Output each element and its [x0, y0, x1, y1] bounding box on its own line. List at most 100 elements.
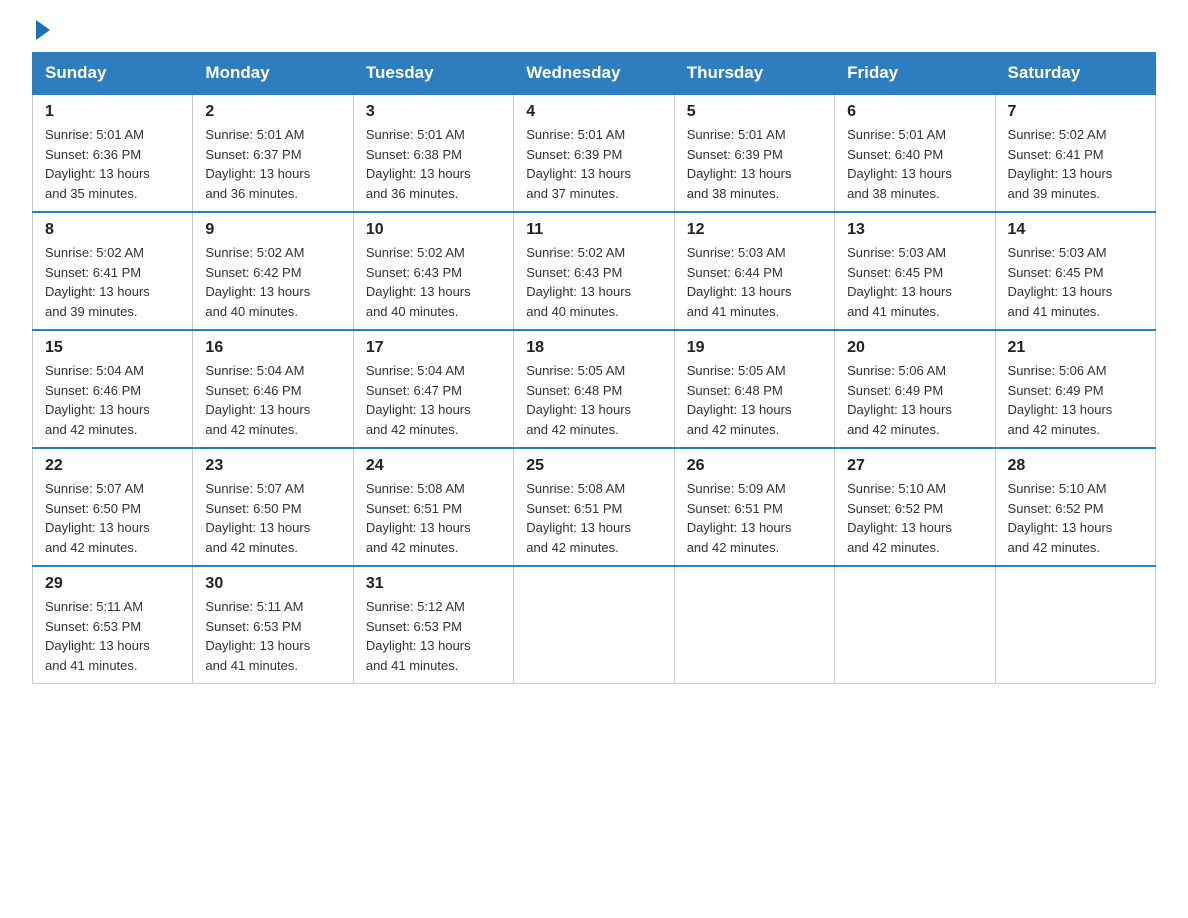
day-number: 18: [526, 339, 661, 357]
day-info: Sunrise: 5:05 AM Sunset: 6:48 PM Dayligh…: [687, 361, 822, 439]
weekday-header-monday: Monday: [193, 53, 353, 95]
calendar-cell: 4 Sunrise: 5:01 AM Sunset: 6:39 PM Dayli…: [514, 94, 674, 212]
day-info: Sunrise: 5:12 AM Sunset: 6:53 PM Dayligh…: [366, 597, 501, 675]
day-info: Sunrise: 5:01 AM Sunset: 6:37 PM Dayligh…: [205, 125, 340, 203]
weekday-header-row: SundayMondayTuesdayWednesdayThursdayFrid…: [33, 53, 1156, 95]
day-info: Sunrise: 5:02 AM Sunset: 6:41 PM Dayligh…: [45, 243, 180, 321]
weekday-header-thursday: Thursday: [674, 53, 834, 95]
day-number: 13: [847, 221, 982, 239]
calendar-cell: 3 Sunrise: 5:01 AM Sunset: 6:38 PM Dayli…: [353, 94, 513, 212]
calendar-cell: [514, 566, 674, 684]
day-info: Sunrise: 5:01 AM Sunset: 6:38 PM Dayligh…: [366, 125, 501, 203]
day-number: 12: [687, 221, 822, 239]
calendar-cell: 31 Sunrise: 5:12 AM Sunset: 6:53 PM Dayl…: [353, 566, 513, 684]
day-info: Sunrise: 5:08 AM Sunset: 6:51 PM Dayligh…: [366, 479, 501, 557]
logo-arrow-icon: [36, 20, 50, 40]
day-info: Sunrise: 5:01 AM Sunset: 6:39 PM Dayligh…: [687, 125, 822, 203]
calendar-cell: 28 Sunrise: 5:10 AM Sunset: 6:52 PM Dayl…: [995, 448, 1155, 566]
calendar-cell: 16 Sunrise: 5:04 AM Sunset: 6:46 PM Dayl…: [193, 330, 353, 448]
calendar-cell: 21 Sunrise: 5:06 AM Sunset: 6:49 PM Dayl…: [995, 330, 1155, 448]
day-info: Sunrise: 5:10 AM Sunset: 6:52 PM Dayligh…: [1008, 479, 1143, 557]
calendar-cell: 2 Sunrise: 5:01 AM Sunset: 6:37 PM Dayli…: [193, 94, 353, 212]
calendar-cell: 29 Sunrise: 5:11 AM Sunset: 6:53 PM Dayl…: [33, 566, 193, 684]
day-number: 16: [205, 339, 340, 357]
day-number: 28: [1008, 457, 1143, 475]
calendar-cell: [835, 566, 995, 684]
day-info: Sunrise: 5:09 AM Sunset: 6:51 PM Dayligh…: [687, 479, 822, 557]
day-number: 15: [45, 339, 180, 357]
day-number: 19: [687, 339, 822, 357]
day-info: Sunrise: 5:05 AM Sunset: 6:48 PM Dayligh…: [526, 361, 661, 439]
day-number: 22: [45, 457, 180, 475]
day-info: Sunrise: 5:07 AM Sunset: 6:50 PM Dayligh…: [205, 479, 340, 557]
day-number: 7: [1008, 103, 1143, 121]
week-row-1: 1 Sunrise: 5:01 AM Sunset: 6:36 PM Dayli…: [33, 94, 1156, 212]
week-row-3: 15 Sunrise: 5:04 AM Sunset: 6:46 PM Dayl…: [33, 330, 1156, 448]
calendar-cell: 25 Sunrise: 5:08 AM Sunset: 6:51 PM Dayl…: [514, 448, 674, 566]
weekday-header-friday: Friday: [835, 53, 995, 95]
calendar-cell: 8 Sunrise: 5:02 AM Sunset: 6:41 PM Dayli…: [33, 212, 193, 330]
calendar-cell: 19 Sunrise: 5:05 AM Sunset: 6:48 PM Dayl…: [674, 330, 834, 448]
day-info: Sunrise: 5:03 AM Sunset: 6:45 PM Dayligh…: [1008, 243, 1143, 321]
day-number: 4: [526, 103, 661, 121]
calendar-cell: 30 Sunrise: 5:11 AM Sunset: 6:53 PM Dayl…: [193, 566, 353, 684]
calendar-cell: 7 Sunrise: 5:02 AM Sunset: 6:41 PM Dayli…: [995, 94, 1155, 212]
calendar-cell: 6 Sunrise: 5:01 AM Sunset: 6:40 PM Dayli…: [835, 94, 995, 212]
day-number: 17: [366, 339, 501, 357]
calendar-cell: 24 Sunrise: 5:08 AM Sunset: 6:51 PM Dayl…: [353, 448, 513, 566]
day-info: Sunrise: 5:02 AM Sunset: 6:41 PM Dayligh…: [1008, 125, 1143, 203]
day-number: 14: [1008, 221, 1143, 239]
day-number: 20: [847, 339, 982, 357]
calendar-cell: 27 Sunrise: 5:10 AM Sunset: 6:52 PM Dayl…: [835, 448, 995, 566]
day-info: Sunrise: 5:06 AM Sunset: 6:49 PM Dayligh…: [847, 361, 982, 439]
day-info: Sunrise: 5:07 AM Sunset: 6:50 PM Dayligh…: [45, 479, 180, 557]
weekday-header-saturday: Saturday: [995, 53, 1155, 95]
calendar-cell: 5 Sunrise: 5:01 AM Sunset: 6:39 PM Dayli…: [674, 94, 834, 212]
calendar-cell: 12 Sunrise: 5:03 AM Sunset: 6:44 PM Dayl…: [674, 212, 834, 330]
calendar-cell: 14 Sunrise: 5:03 AM Sunset: 6:45 PM Dayl…: [995, 212, 1155, 330]
day-info: Sunrise: 5:01 AM Sunset: 6:39 PM Dayligh…: [526, 125, 661, 203]
logo: [32, 24, 50, 40]
day-number: 27: [847, 457, 982, 475]
day-info: Sunrise: 5:02 AM Sunset: 6:42 PM Dayligh…: [205, 243, 340, 321]
day-number: 1: [45, 103, 180, 121]
day-number: 2: [205, 103, 340, 121]
day-info: Sunrise: 5:04 AM Sunset: 6:46 PM Dayligh…: [45, 361, 180, 439]
day-info: Sunrise: 5:08 AM Sunset: 6:51 PM Dayligh…: [526, 479, 661, 557]
day-number: 5: [687, 103, 822, 121]
calendar-cell: [674, 566, 834, 684]
day-number: 31: [366, 575, 501, 593]
day-info: Sunrise: 5:03 AM Sunset: 6:45 PM Dayligh…: [847, 243, 982, 321]
calendar-cell: 26 Sunrise: 5:09 AM Sunset: 6:51 PM Dayl…: [674, 448, 834, 566]
day-number: 25: [526, 457, 661, 475]
day-number: 30: [205, 575, 340, 593]
day-info: Sunrise: 5:11 AM Sunset: 6:53 PM Dayligh…: [45, 597, 180, 675]
week-row-4: 22 Sunrise: 5:07 AM Sunset: 6:50 PM Dayl…: [33, 448, 1156, 566]
day-number: 3: [366, 103, 501, 121]
weekday-header-tuesday: Tuesday: [353, 53, 513, 95]
calendar-cell: 11 Sunrise: 5:02 AM Sunset: 6:43 PM Dayl…: [514, 212, 674, 330]
day-info: Sunrise: 5:11 AM Sunset: 6:53 PM Dayligh…: [205, 597, 340, 675]
week-row-2: 8 Sunrise: 5:02 AM Sunset: 6:41 PM Dayli…: [33, 212, 1156, 330]
week-row-5: 29 Sunrise: 5:11 AM Sunset: 6:53 PM Dayl…: [33, 566, 1156, 684]
calendar-cell: [995, 566, 1155, 684]
day-number: 10: [366, 221, 501, 239]
page-header: [32, 24, 1156, 40]
calendar-cell: 23 Sunrise: 5:07 AM Sunset: 6:50 PM Dayl…: [193, 448, 353, 566]
calendar-cell: 17 Sunrise: 5:04 AM Sunset: 6:47 PM Dayl…: [353, 330, 513, 448]
calendar-cell: 9 Sunrise: 5:02 AM Sunset: 6:42 PM Dayli…: [193, 212, 353, 330]
weekday-header-sunday: Sunday: [33, 53, 193, 95]
calendar-cell: 15 Sunrise: 5:04 AM Sunset: 6:46 PM Dayl…: [33, 330, 193, 448]
calendar-cell: 13 Sunrise: 5:03 AM Sunset: 6:45 PM Dayl…: [835, 212, 995, 330]
day-info: Sunrise: 5:03 AM Sunset: 6:44 PM Dayligh…: [687, 243, 822, 321]
calendar-cell: 18 Sunrise: 5:05 AM Sunset: 6:48 PM Dayl…: [514, 330, 674, 448]
day-number: 24: [366, 457, 501, 475]
calendar-cell: 22 Sunrise: 5:07 AM Sunset: 6:50 PM Dayl…: [33, 448, 193, 566]
day-info: Sunrise: 5:04 AM Sunset: 6:47 PM Dayligh…: [366, 361, 501, 439]
calendar-cell: 20 Sunrise: 5:06 AM Sunset: 6:49 PM Dayl…: [835, 330, 995, 448]
day-number: 29: [45, 575, 180, 593]
day-info: Sunrise: 5:06 AM Sunset: 6:49 PM Dayligh…: [1008, 361, 1143, 439]
day-number: 8: [45, 221, 180, 239]
day-info: Sunrise: 5:01 AM Sunset: 6:40 PM Dayligh…: [847, 125, 982, 203]
calendar-cell: 10 Sunrise: 5:02 AM Sunset: 6:43 PM Dayl…: [353, 212, 513, 330]
